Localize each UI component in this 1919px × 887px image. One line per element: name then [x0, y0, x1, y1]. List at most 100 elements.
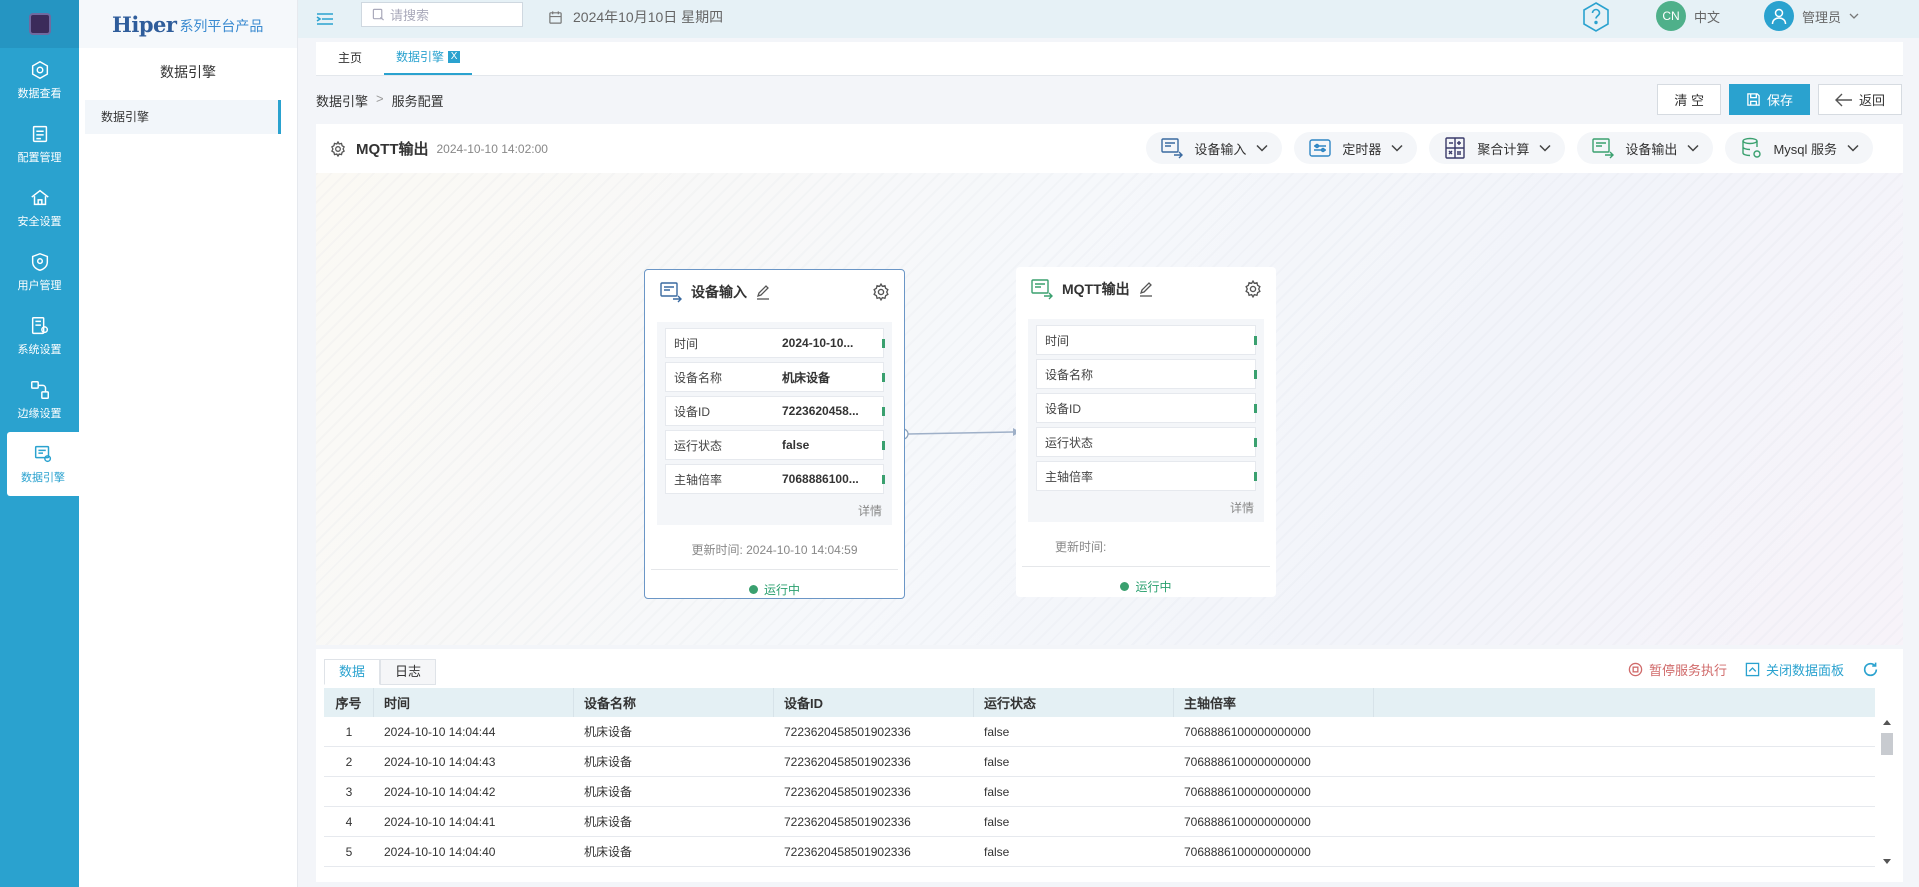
table-cell: 7223620458501902336 — [784, 844, 911, 859]
flow-canvas[interactable]: 设备输入 时间 2024-10-10... 设备名称 机床设备 设备ID 722362… — [316, 173, 1903, 645]
table-row[interactable]: 1 2024-10-10 14:04:44 机床设备 7223620458501… — [324, 717, 1875, 747]
output-port[interactable] — [1254, 370, 1257, 379]
node-title: MQTT输出 — [1062, 281, 1130, 297]
gear-icon[interactable] — [872, 283, 890, 301]
table-row[interactable]: 3 2024-10-10 14:04:42 机床设备 7223620458501… — [324, 777, 1875, 807]
node-detail-link[interactable]: 详情 — [665, 498, 884, 521]
back-button[interactable]: 返回 — [1817, 84, 1902, 115]
output-port[interactable] — [882, 441, 885, 450]
brand-suffix: 系列平台产品 — [179, 18, 264, 34]
tool-device-output[interactable]: 设备输出 — [1577, 132, 1714, 164]
output-port[interactable] — [1254, 438, 1257, 447]
settings-icon[interactable] — [330, 140, 346, 157]
language-switch[interactable]: CN 中文 — [1656, 1, 1720, 31]
output-port[interactable] — [1254, 336, 1257, 345]
node-updated-time: 更新时间: — [1055, 540, 1107, 554]
data-view-icon — [31, 60, 48, 80]
table-scrollbar[interactable] — [1879, 717, 1893, 867]
output-port[interactable] — [882, 407, 885, 416]
top-bar: 请搜索 2024年10月10日 星期四 CN 中文 管理员 — [298, 0, 1919, 38]
output-port[interactable] — [882, 373, 885, 382]
user-shield-icon — [31, 252, 48, 272]
scroll-thumb[interactable] — [1881, 733, 1893, 755]
field-key: 设备名称 — [674, 370, 723, 385]
rail-item-users[interactable]: 用户管理 — [0, 240, 79, 304]
field-key: 主轴倍率 — [674, 472, 723, 487]
pause-service-button[interactable]: 暂停服务执行 — [1628, 660, 1727, 679]
user-menu[interactable]: 管理员 — [1764, 1, 1859, 31]
rail-item-config[interactable]: 配置管理 — [0, 112, 79, 176]
tool-label: 设备输入 — [1194, 141, 1247, 157]
edit-icon[interactable] — [755, 284, 771, 300]
rail-item-system[interactable]: 系统设置 — [0, 304, 79, 368]
table-cell: 7068886100000000000 — [1184, 754, 1311, 769]
node-detail-link[interactable]: 详情 — [1036, 495, 1256, 518]
clear-button[interactable]: 清 空 — [1657, 84, 1721, 115]
help-button[interactable] — [1579, 0, 1613, 37]
rail-item-data-engine[interactable]: 数据引擎 — [7, 432, 79, 496]
tool-timer[interactable]: 定时器 — [1294, 132, 1418, 164]
field-row: 设备名称 机床设备 — [665, 362, 885, 392]
scroll-up-icon[interactable] — [1881, 717, 1893, 727]
table-cell: 2024-10-10 14:04:41 — [384, 814, 496, 829]
node-fields: 时间 设备名称 设备ID 运行状态 主轴倍率 详情 — [1028, 319, 1264, 522]
scroll-down-icon[interactable] — [1881, 857, 1893, 867]
field-value: 机床设备 — [782, 370, 831, 385]
rail-label: 配置管理 — [17, 152, 62, 164]
tab-data[interactable]: 数据 — [324, 659, 381, 685]
rail-item-security[interactable]: 安全设置 — [0, 176, 79, 240]
calendar-icon — [549, 10, 562, 24]
table-cell: false — [984, 844, 1010, 859]
table-row[interactable]: 5 2024-10-10 14:04:40 机床设备 7223620458501… — [324, 837, 1875, 867]
node-status: 运行中 — [651, 569, 898, 609]
field-row: 主轴倍率 7068886100... — [665, 464, 885, 494]
tab-home[interactable]: 主页 — [326, 41, 374, 75]
node-mqtt-output[interactable]: MQTT输出 时间 设备名称 设备ID 运行状态 主轴倍率 详情 更新时间: 运… — [1016, 267, 1276, 597]
arrow-left-icon — [1834, 93, 1852, 106]
field-key: 运行状态 — [1045, 435, 1094, 450]
rail-label: 安全设置 — [17, 216, 62, 228]
rail-item-edge[interactable]: 边缘设置 — [0, 368, 79, 432]
collapse-icon — [1745, 662, 1760, 677]
output-port[interactable] — [1254, 472, 1257, 481]
tab-data-engine[interactable]: 数据引擎 X — [384, 41, 473, 75]
device-input-icon — [660, 282, 682, 303]
tool-label: 定时器 — [1342, 141, 1382, 157]
field-row: 时间 — [1036, 325, 1257, 355]
tool-aggregate[interactable]: 聚合计算 — [1429, 132, 1566, 164]
tool-mysql[interactable]: Mysql 服务 — [1725, 132, 1873, 164]
column-header: 主轴倍率 — [1174, 688, 1374, 717]
database-icon — [1742, 137, 1762, 158]
column-header: 运行状态 — [974, 688, 1174, 717]
output-port[interactable] — [882, 339, 885, 348]
node-device-input[interactable]: 设备输入 时间 2024-10-10... 设备名称 机床设备 设备ID 722362… — [644, 269, 905, 599]
device-output-icon — [1592, 138, 1615, 159]
edge-icon — [30, 381, 49, 399]
rail-item-data-view[interactable]: 数据查看 — [0, 48, 79, 112]
gear-icon[interactable] — [1244, 280, 1262, 298]
save-button[interactable]: 保存 — [1728, 84, 1810, 115]
help-icon — [1583, 2, 1609, 32]
menu-toggle-icon[interactable] — [316, 12, 334, 26]
tool-device-input[interactable]: 设备输入 — [1146, 132, 1283, 164]
breadcrumb-root[interactable]: 数据引擎 — [316, 91, 368, 110]
output-port[interactable] — [1254, 404, 1257, 413]
table-cell: 机床设备 — [584, 785, 633, 799]
output-port[interactable] — [882, 475, 885, 484]
node-status: 运行中 — [1022, 566, 1270, 606]
table-row[interactable]: 2 2024-10-10 14:04:43 机床设备 7223620458501… — [324, 747, 1875, 777]
tab-log[interactable]: 日志 — [380, 659, 437, 685]
search-input[interactable]: 请搜索 — [361, 2, 523, 27]
edit-icon[interactable] — [1138, 281, 1154, 297]
table-cell: 2024-10-10 14:04:42 — [384, 784, 496, 799]
sidebar-item-data-engine[interactable]: 数据引擎 — [85, 100, 281, 134]
table-row[interactable]: 4 2024-10-10 14:04:41 机床设备 7223620458501… — [324, 807, 1875, 837]
rail-label: 数据查看 — [17, 88, 62, 100]
close-panel-button[interactable]: 关闭数据面板 — [1745, 660, 1844, 679]
table-header: 序号 时间 设备名称 设备ID 运行状态 主轴倍率 — [324, 688, 1875, 717]
refresh-icon[interactable] — [1862, 661, 1879, 678]
tab-close-button[interactable]: X — [448, 51, 461, 63]
breadcrumb: 数据引擎 > 服务配置 — [316, 91, 444, 110]
table-cell: 7223620458501902336 — [784, 814, 911, 829]
app-logo[interactable] — [0, 0, 79, 48]
